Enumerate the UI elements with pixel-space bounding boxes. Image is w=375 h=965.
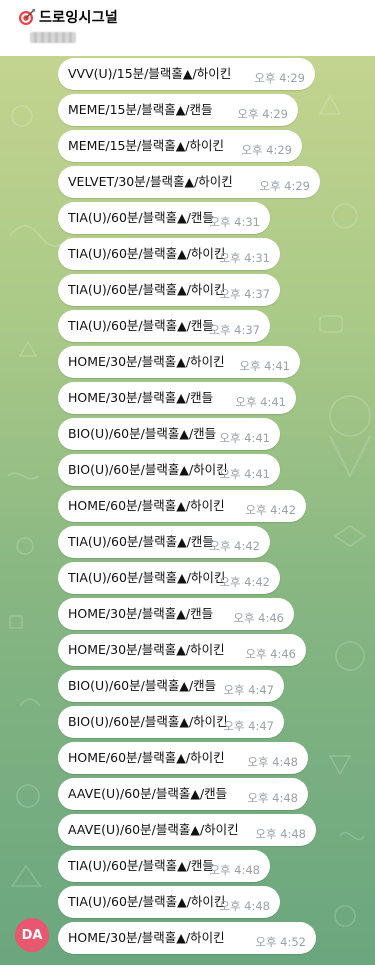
message-bubble[interactable]: VELVET/30분/블랙홀▲/하이킨 오후 4:29: [58, 166, 320, 198]
message-time: 오후 4:41: [235, 395, 286, 409]
message-text: TIA(U)/60분/블랙홀▲/캔들: [68, 210, 214, 225]
message-time: 오후 4:37: [209, 323, 260, 337]
message-bubble[interactable]: MEME/15분/블랙홀▲/캔들 오후 4:29: [58, 94, 298, 126]
message-text: BIO(U)/60분/블랙홀▲/캔들: [68, 426, 217, 441]
message-time: 오후 4:31: [219, 251, 270, 265]
message-time: 오후 4:41: [239, 359, 290, 373]
avatar[interactable]: DA: [15, 918, 49, 952]
message-bubble[interactable]: TIA(U)/60분/블랙홀▲/캔들 오후 4:37: [58, 310, 270, 342]
message-bubble[interactable]: HOME/30분/블랙홀▲/캔들 오후 4:41: [58, 382, 296, 414]
chat-area[interactable]: VVV(U)/15분/블랙홀▲/하이킨 오후 4:29 MEME/15분/블랙홀▲/…: [0, 56, 375, 965]
message-bubble[interactable]: BIO(U)/60분/블랙홀▲/하이킨 오후 4:47: [58, 706, 284, 738]
channel-name: 드로잉시그널: [39, 10, 119, 26]
message-bubble[interactable]: TIA(U)/60분/블랙홀▲/캔들 오후 4:48: [58, 850, 270, 882]
message-bubble[interactable]: TIA(U)/60분/블랙홀▲/캔들 오후 4:42: [58, 526, 270, 558]
message-bubble[interactable]: BIO(U)/60분/블랙홀▲/캔들 오후 4:47: [58, 670, 284, 702]
message-time: 오후 4:42: [209, 539, 260, 553]
message-time: 오후 4:41: [219, 467, 270, 481]
message-bubble[interactable]: MEME/15분/블랙홀▲/하이킨 오후 4:29: [58, 130, 302, 162]
message-time: 오후 4:29: [254, 71, 305, 85]
message-time: 오후 4:48: [209, 863, 260, 877]
message-time: 오후 4:48: [219, 899, 270, 913]
message-text: AAVE(U)/60분/블랙홀▲/캔들: [68, 786, 228, 801]
message-text: HOME/30분/블랙홀▲/하이킨: [68, 930, 225, 945]
message-time: 오후 4:48: [255, 827, 306, 841]
message-text: HOME/30분/블랙홀▲/하이킨: [68, 642, 225, 657]
message-bubble[interactable]: HOME/60분/블랙홀▲/하이킨 오후 4:42: [58, 490, 306, 522]
message-text: MEME/15분/블랙홀▲/캔들: [68, 102, 213, 117]
message-bubble[interactable]: TIA(U)/60분/블랙홀▲/캔들 오후 4:31: [58, 202, 270, 234]
message-text: HOME/30분/블랙홀▲/캔들: [68, 606, 214, 621]
message-text: TIA(U)/60분/블랙홀▲/하이킨: [68, 894, 226, 909]
message-text: AAVE(U)/60분/블랙홀▲/하이킨: [68, 822, 239, 837]
message-text: BIO(U)/60분/블랙홀▲/캔들: [68, 678, 217, 693]
message-bubble[interactable]: HOME/30분/블랙홀▲/하이킨 오후 4:41: [58, 346, 300, 378]
message-bubble[interactable]: HOME/60분/블랙홀▲/하이킨 오후 4:48: [58, 742, 308, 774]
message-text: TIA(U)/60분/블랙홀▲/캔들: [68, 318, 214, 333]
message-text: HOME/30분/블랙홀▲/하이킨: [68, 354, 225, 369]
message-text: BIO(U)/60분/블랙홀▲/하이킨: [68, 714, 228, 729]
message-bubble[interactable]: BIO(U)/60분/블랙홀▲/캔들 오후 4:41: [58, 418, 280, 450]
message-time: 오후 4:31: [209, 215, 260, 229]
message-bubble[interactable]: BIO(U)/60분/블랙홀▲/하이킨 오후 4:41: [58, 454, 280, 486]
message-bubble[interactable]: HOME/30분/블랙홀▲/하이킨 오후 4:52: [58, 922, 316, 954]
message-time: 오후 4:46: [245, 647, 296, 661]
message-bubble[interactable]: TIA(U)/60분/블랙홀▲/하이킨 오후 4:42: [58, 562, 280, 594]
message-bubble[interactable]: VVV(U)/15분/블랙홀▲/하이킨 오후 4:29: [58, 58, 315, 90]
message-bubble[interactable]: TIA(U)/60분/블랙홀▲/하이킨 오후 4:31: [58, 238, 280, 270]
message-text: MEME/15분/블랙홀▲/하이킨: [68, 138, 225, 153]
message-time: 오후 4:29: [259, 179, 310, 193]
message-time: 오후 4:42: [245, 503, 296, 517]
message-text: TIA(U)/60분/블랙홀▲/캔들: [68, 858, 214, 873]
channel-subtitle-blurred: [30, 32, 76, 43]
message-text: VVV(U)/15분/블랙홀▲/하이킨: [68, 66, 232, 81]
message-bubble[interactable]: AAVE(U)/60분/블랙홀▲/하이킨 오후 4:48: [58, 814, 316, 846]
message-time: 오후 4:41: [219, 431, 270, 445]
message-text: TIA(U)/60분/블랙홀▲/캔들: [68, 534, 214, 549]
message-time: 오후 4:37: [219, 287, 270, 301]
message-time: 오후 4:47: [223, 719, 274, 733]
message-time: 오후 4:48: [247, 755, 298, 769]
message-text: TIA(U)/60분/블랙홀▲/하이킨: [68, 246, 226, 261]
message-bubble[interactable]: HOME/30분/블랙홀▲/하이킨 오후 4:46: [58, 634, 306, 666]
message-time: 오후 4:29: [241, 143, 292, 157]
target-icon: [19, 9, 35, 25]
message-text: BIO(U)/60분/블랙홀▲/하이킨: [68, 462, 228, 477]
message-text: TIA(U)/60분/블랙홀▲/하이킨: [68, 570, 226, 585]
message-text: HOME/60분/블랙홀▲/하이킨: [68, 750, 225, 765]
message-bubble[interactable]: TIA(U)/60분/블랙홀▲/하이킨 오후 4:37: [58, 274, 280, 306]
message-text: TIA(U)/60분/블랙홀▲/하이킨: [68, 282, 226, 297]
message-bubble[interactable]: AAVE(U)/60분/블랙홀▲/캔들 오후 4:48: [58, 778, 308, 810]
message-text: HOME/30분/블랙홀▲/캔들: [68, 390, 214, 405]
message-bubble[interactable]: HOME/30분/블랙홀▲/캔들 오후 4:46: [58, 598, 294, 630]
message-time: 오후 4:52: [255, 935, 306, 949]
channel-title[interactable]: 드로잉시그널: [18, 7, 118, 27]
message-time: 오후 4:47: [223, 683, 274, 697]
message-text: HOME/60분/블랙홀▲/하이킨: [68, 498, 225, 513]
message-time: 오후 4:48: [247, 791, 298, 805]
message-text: VELVET/30분/블랙홀▲/하이킨: [68, 174, 233, 189]
message-time: 오후 4:29: [237, 107, 288, 121]
message-bubble[interactable]: TIA(U)/60분/블랙홀▲/하이킨 오후 4:48: [58, 886, 280, 918]
message-time: 오후 4:46: [233, 611, 284, 625]
channel-header: 드로잉시그널: [0, 0, 375, 56]
message-time: 오후 4:42: [219, 575, 270, 589]
